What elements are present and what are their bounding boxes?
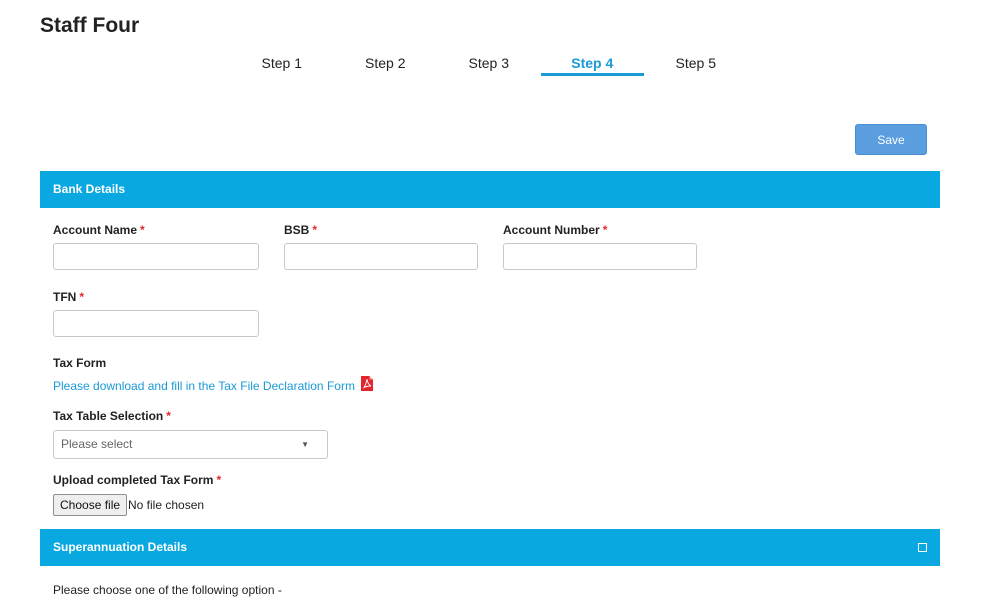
- tax-table-label: Tax Table Selection *: [53, 409, 171, 423]
- required-marker: *: [312, 223, 318, 237]
- required-marker: *: [166, 409, 171, 423]
- tax-table-select[interactable]: Please select ▼: [53, 430, 328, 459]
- tax-table-placeholder: Please select: [61, 437, 133, 451]
- tab-step-4[interactable]: Step 4: [540, 50, 644, 76]
- upload-tax-form-label: Upload completed Tax Form *: [53, 473, 221, 487]
- account-name-input[interactable]: [53, 243, 259, 270]
- tfn-input[interactable]: [53, 310, 259, 337]
- required-marker: *: [79, 290, 84, 304]
- tab-step-3[interactable]: Step 3: [437, 50, 541, 76]
- tab-step-5[interactable]: Step 5: [644, 50, 748, 76]
- page-title: Staff Four: [40, 14, 140, 37]
- required-marker: *: [216, 473, 222, 487]
- account-name-label-text: Account Name: [53, 223, 138, 237]
- bsb-input[interactable]: [284, 243, 478, 270]
- bsb-label: BSB *: [284, 223, 317, 237]
- choose-file-button[interactable]: Choose file: [53, 494, 128, 516]
- superannuation-header[interactable]: Superannuation Details: [40, 529, 940, 566]
- bank-details-title: Bank Details: [53, 182, 126, 196]
- tax-table-label-text: Tax Table Selection: [53, 409, 164, 423]
- account-name-label: Account Name *: [53, 223, 145, 237]
- account-number-label-text: Account Number: [503, 223, 600, 237]
- chevron-down-icon: ▼: [301, 440, 309, 449]
- account-number-input[interactable]: [503, 243, 697, 270]
- save-button[interactable]: Save: [855, 124, 927, 155]
- tfn-label: TFN *: [53, 290, 84, 304]
- step-tabs: Step 1 Step 2 Step 3 Step 4 Step 5: [230, 50, 748, 76]
- tfn-label-text: TFN: [53, 290, 77, 304]
- bsb-label-text: BSB: [284, 223, 310, 237]
- required-marker: *: [140, 223, 145, 237]
- pdf-icon[interactable]: [361, 376, 373, 391]
- upload-tax-form-label-text: Upload completed Tax Form: [53, 473, 214, 487]
- tab-step-1[interactable]: Step 1: [230, 50, 334, 76]
- tax-declaration-link[interactable]: Please download and fill in the Tax File…: [53, 379, 355, 393]
- collapse-icon[interactable]: [918, 543, 927, 552]
- bank-details-header[interactable]: Bank Details: [40, 171, 940, 208]
- required-marker: *: [602, 223, 608, 237]
- tab-step-2[interactable]: Step 2: [334, 50, 438, 76]
- tax-form-label: Tax Form: [53, 356, 107, 370]
- account-number-label: Account Number *: [503, 223, 607, 237]
- file-status: No file chosen: [128, 498, 205, 512]
- superannuation-intro: Please choose one of the following optio…: [53, 583, 282, 597]
- superannuation-title: Superannuation Details: [53, 540, 188, 554]
